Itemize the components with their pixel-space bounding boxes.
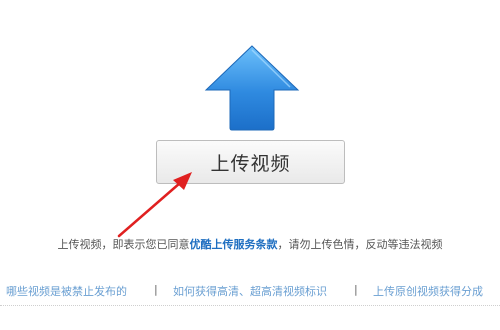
help-links-bar: 哪些视频是被禁止发布的 | 如何获得高清、超高清视频标识 | 上传原创视频获得分…	[0, 283, 500, 299]
divider	[0, 305, 500, 306]
upload-button-label: 上传视频	[210, 152, 291, 175]
help-link-hd[interactable]: 如何获得高清、超高清视频标识	[173, 283, 327, 299]
agreement-suffix: ，请勿上传色情，反动等违法视频	[277, 238, 443, 251]
help-link-revenue[interactable]: 上传原创视频获得分成	[373, 283, 483, 299]
help-link-prohibited[interactable]: 哪些视频是被禁止发布的	[6, 283, 127, 299]
agreement-prefix: 上传视频，即表示您已同意	[57, 238, 190, 251]
agreement-notice: 上传视频，即表示您已同意优酷上传服务条款，请勿上传色情，反动等违法视频	[0, 236, 500, 252]
upload-page: 上传视频 上传视频，即表示您已同意优酷上传服务条款，请勿上传色情，反动等违法视频…	[0, 0, 500, 330]
terms-link[interactable]: 优酷上传服务条款	[190, 238, 278, 251]
separator: |	[354, 283, 358, 296]
separator: |	[154, 283, 158, 296]
upload-arrow-icon[interactable]	[204, 44, 300, 132]
upload-video-button[interactable]: 上传视频	[156, 140, 345, 184]
